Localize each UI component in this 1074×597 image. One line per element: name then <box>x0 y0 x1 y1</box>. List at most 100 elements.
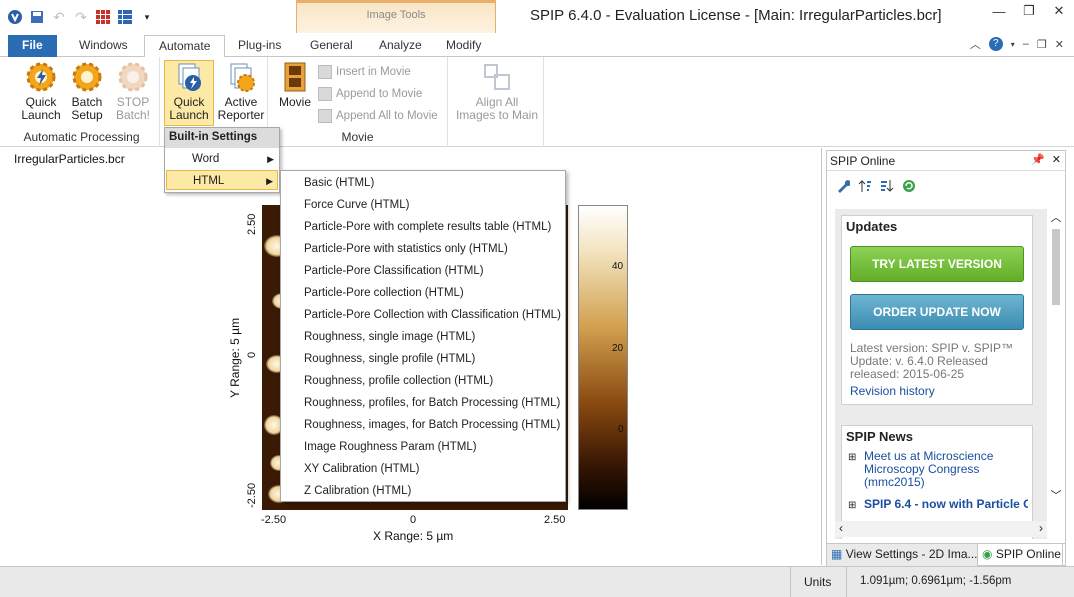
submenu-item[interactable]: Roughness, images, for Batch Processing … <box>304 414 560 436</box>
spip-online-panel: SPIP Online 📌 ✕ Updates TRY LATEST VERSI… <box>826 150 1066 566</box>
tab-general[interactable]: General <box>296 35 367 57</box>
news-item-link[interactable]: Meet us at Microscience Microscopy Congr… <box>864 450 1028 489</box>
refresh-icon[interactable] <box>901 178 917 194</box>
expand-icon[interactable]: ⊞ <box>848 500 856 511</box>
revision-history-link[interactable]: Revision history <box>850 385 935 398</box>
customize-dropdown-icon[interactable]: ▾ <box>138 8 156 26</box>
ribbon: Quick Launch Batch Setup STOP Batch! Aut… <box>0 57 1074 147</box>
collapse-ribbon-icon[interactable]: ︿ <box>970 36 981 52</box>
vertical-scrollbar[interactable]: ︿ ﹀ <box>1049 209 1063 509</box>
close-icon[interactable]: ✕ <box>1044 0 1074 22</box>
window-controls: — ❐ ✕ <box>984 0 1074 22</box>
redo-icon[interactable]: ↷ <box>72 8 90 26</box>
tab-file[interactable]: File <box>8 35 57 57</box>
maximize-icon[interactable]: ❐ <box>1014 0 1044 22</box>
quick-launch-button[interactable]: Quick Launch <box>18 61 64 122</box>
active-reporter-label: Active Reporter <box>217 95 265 122</box>
expand-icon[interactable]: ⊞ <box>848 452 856 463</box>
y-tick-bottom: -2.50 <box>246 482 258 508</box>
append-to-movie-button[interactable]: Append to Movie <box>318 87 422 101</box>
submenu-item[interactable]: Particle-Pore with complete results tabl… <box>304 216 551 238</box>
undo-icon[interactable]: ↶ <box>50 8 68 26</box>
tab-windows[interactable]: Windows <box>65 35 142 57</box>
mdi-restore-icon[interactable]: ❐ <box>1037 38 1047 51</box>
panel-tabs: ▦ View Settings - 2D Ima... ◉ SPIP Onlin… <box>827 543 1065 566</box>
submenu-item[interactable]: Particle-Pore Collection with Classifica… <box>304 304 561 326</box>
updates-box: Updates TRY LATEST VERSION ORDER UPDATE … <box>841 215 1033 405</box>
pin-icon[interactable]: 📌 <box>1031 153 1045 166</box>
submenu-item[interactable]: Roughness, profile collection (HTML) <box>304 370 493 392</box>
grid-blue-icon[interactable] <box>116 8 134 26</box>
panel-header: SPIP Online 📌 ✕ <box>827 151 1065 171</box>
align-all-images-button[interactable]: Align All Images to Main <box>452 61 542 122</box>
tab-plug-ins[interactable]: Plug-ins <box>224 35 295 57</box>
save-icon[interactable] <box>28 8 46 26</box>
submenu-item[interactable]: Roughness, single profile (HTML) <box>304 348 475 370</box>
quick-launch-reporter-button[interactable]: Quick Launch <box>164 60 214 126</box>
align-all-label: Align All Images to Main <box>455 95 539 122</box>
minimize-icon[interactable]: — <box>984 0 1014 22</box>
append-all-to-movie-button[interactable]: Append All to Movie <box>318 109 438 123</box>
tab-view-settings[interactable]: ▦ View Settings - 2D Ima... <box>827 544 977 566</box>
mdi-close-icon[interactable]: ✕ <box>1055 38 1064 51</box>
view-settings-icon: ▦ <box>831 547 843 561</box>
quick-access-toolbar: ↶ ↷ ▾ <box>6 8 156 26</box>
try-latest-version-button[interactable]: TRY LATEST VERSION <box>850 246 1024 282</box>
panel-close-icon[interactable]: ✕ <box>1052 153 1061 166</box>
quick-launch-menu: Built-in Settings Word ▶ HTML ▶ <box>164 127 280 193</box>
submenu-item[interactable]: XY Calibration (HTML) <box>304 458 419 480</box>
submenu-item[interactable]: Particle-Pore collection (HTML) <box>304 282 464 304</box>
help-icons: ︿ ? ▾ – ❐ ✕ <box>970 36 1064 52</box>
submenu-item[interactable]: Image Roughness Param (HTML) <box>304 436 477 458</box>
submenu-item[interactable]: Roughness, single image (HTML) <box>304 326 475 348</box>
menu-item-html-label: HTML <box>193 175 225 187</box>
sort-up-icon[interactable] <box>857 178 873 194</box>
tab-automate[interactable]: Automate <box>144 35 226 58</box>
submenu-item[interactable]: Particle-Pore with statistics only (HTML… <box>304 238 508 260</box>
tab-analyze[interactable]: Analyze <box>365 35 436 57</box>
scroll-down-icon[interactable]: ﹀ <box>1049 487 1063 503</box>
batch-setup-label: Batch Setup <box>71 95 103 122</box>
order-update-now-button[interactable]: ORDER UPDATE NOW <box>850 294 1024 330</box>
append-all-movie-icon <box>318 109 332 123</box>
submenu-item[interactable]: Roughness, profiles, for Batch Processin… <box>304 392 560 414</box>
sort-down-icon[interactable] <box>879 178 895 194</box>
gear-disabled-icon <box>117 61 149 93</box>
submenu-item[interactable]: Basic (HTML) <box>304 172 374 194</box>
submenu-item[interactable]: Particle-Pore Classification (HTML) <box>304 260 484 282</box>
scroll-left-icon[interactable]: ‹ <box>839 521 843 535</box>
news-item-link[interactable]: SPIP 6.4 - now with Particle Classificat… <box>864 498 1028 511</box>
group-automatic-processing: Quick Launch Batch Setup STOP Batch! Aut… <box>4 57 160 147</box>
mdi-minimize-icon[interactable]: – <box>1023 38 1029 50</box>
submenu-item[interactable]: Z Calibration (HTML) <box>304 480 411 502</box>
help-dropdown-icon[interactable]: ▾ <box>1011 40 1015 49</box>
insert-in-movie-button[interactable]: Insert in Movie <box>318 65 411 79</box>
cbar-tick-20: 20 <box>612 343 624 354</box>
stop-batch-label: STOP Batch! <box>115 95 151 122</box>
grid-red-icon[interactable] <box>94 8 112 26</box>
tab-spip-online[interactable]: ◉ SPIP Online <box>977 544 1063 566</box>
batch-setup-button[interactable]: Batch Setup <box>64 61 110 122</box>
scroll-thumb[interactable] <box>1052 229 1060 305</box>
submenu-item[interactable]: Force Curve (HTML) <box>304 194 409 216</box>
quick-launch-label: Quick Launch <box>21 95 61 122</box>
align-icon <box>481 61 513 93</box>
wrench-icon[interactable] <box>835 178 851 194</box>
ribbon-tab-row: File Windows Automate Plug-ins General A… <box>0 33 1074 58</box>
scroll-right-icon[interactable]: › <box>1039 521 1043 535</box>
cbar-tick-0: 0 <box>618 424 624 435</box>
scroll-up-icon[interactable]: ︿ <box>1049 209 1063 225</box>
tab-spip-online-label: SPIP Online <box>995 547 1061 561</box>
app-icon[interactable] <box>6 8 24 26</box>
movie-button[interactable]: Movie <box>272 61 318 109</box>
horizontal-scrollbar[interactable]: ‹ › <box>835 521 1047 537</box>
active-reporter-button[interactable]: Active Reporter <box>216 61 266 122</box>
insert-in-movie-label: Insert in Movie <box>336 66 411 78</box>
y-axis-label: Y Range: 5 µm <box>228 317 242 398</box>
stop-batch-button[interactable]: STOP Batch! <box>110 61 156 122</box>
menu-item-html[interactable]: HTML ▶ <box>166 170 278 190</box>
menu-item-word[interactable]: Word ▶ <box>166 149 278 169</box>
help-icon[interactable]: ? <box>988 37 1003 51</box>
tab-modify[interactable]: Modify <box>432 35 495 57</box>
x-tick-mid: 0 <box>410 514 417 526</box>
